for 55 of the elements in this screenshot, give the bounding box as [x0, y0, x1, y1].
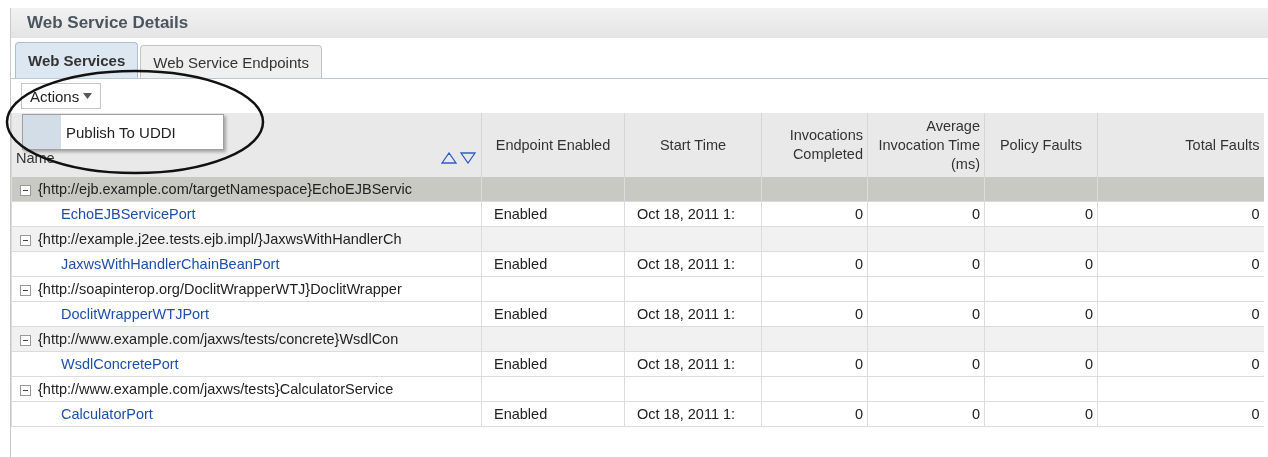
table-cell: 0: [854, 306, 863, 322]
table-cell: 0: [971, 356, 980, 372]
table-cell: 0: [1251, 306, 1260, 322]
column-header[interactable]: Total Faults: [1185, 135, 1260, 155]
tab[interactable]: Web Service Endpoints: [140, 45, 322, 78]
table-cell: Enabled: [494, 406, 548, 422]
table-cell: 0: [1084, 306, 1093, 322]
table-cell: 0: [854, 406, 863, 422]
port-link[interactable]: JaxwsWithHandlerChainBeanPort: [61, 256, 280, 272]
table-cell: 0: [1084, 406, 1093, 422]
service-name: {http://ejb.example.com/targetNamespace}EchoEJBServic: [38, 181, 412, 197]
sort-icon[interactable]: [441, 152, 477, 164]
port-link[interactable]: DoclitWrapperWTJPort: [61, 306, 209, 322]
table-cell: Oct 18, 2011 1:: [637, 406, 736, 422]
port-link[interactable]: CalculatorPort: [61, 406, 153, 422]
table-cell: 0: [1251, 356, 1260, 372]
table-cell: 0: [971, 406, 980, 422]
collapse-icon[interactable]: [20, 384, 31, 396]
collapse-icon[interactable]: [20, 184, 31, 196]
panel-title: Web Service Details: [11, 8, 1268, 38]
table-cell: 0: [1251, 406, 1260, 422]
column-header[interactable]: Start Time: [659, 135, 727, 155]
collapse-icon[interactable]: [20, 284, 31, 296]
table-cell: 0: [1251, 206, 1260, 222]
table-cell: Enabled: [494, 206, 548, 222]
table-cell: 0: [1084, 356, 1093, 372]
table-cell: 0: [1084, 206, 1093, 222]
service-name: {http://example.j2ee.tests.ejb.impl/}JaxwsWithHandlerCh: [38, 231, 402, 247]
table-cell: Oct 18, 2011 1:: [637, 306, 736, 322]
port-link[interactable]: WsdlConcretePort: [61, 356, 179, 372]
caret-icon: [83, 93, 93, 99]
actions-button[interactable]: Actions: [21, 83, 102, 109]
service-name: {http://soapinterop.org/DoclitWrapperWTJ}DoclitWrapper: [38, 281, 402, 297]
table-cell: Oct 18, 2011 1:: [637, 356, 736, 372]
service-name: {http://www.example.com/jaxws/tests/concrete}WsdlCon: [38, 331, 399, 347]
port-link[interactable]: EchoEJBServicePort: [61, 206, 196, 222]
table-cell: Enabled: [494, 256, 548, 272]
table-cell: Oct 18, 2011 1:: [637, 256, 736, 272]
collapse-icon[interactable]: [20, 234, 31, 246]
table-cell: 0: [971, 306, 980, 322]
table-cell: 0: [854, 256, 863, 272]
table-cell: 0: [854, 356, 863, 372]
table-cell: 0: [1251, 256, 1260, 272]
table-cell: 0: [854, 206, 863, 222]
table-cell: Enabled: [494, 356, 548, 372]
table-cell: 0: [971, 256, 980, 272]
collapse-icon[interactable]: [20, 334, 31, 346]
menu-item[interactable]: Publish To UDDI: [61, 115, 223, 149]
table-cell: 0: [971, 206, 980, 222]
table-cell: Enabled: [494, 306, 548, 322]
table-cell: Oct 18, 2011 1:: [637, 206, 736, 222]
table-cell: 0: [1084, 256, 1093, 272]
menu-gutter: [23, 115, 61, 149]
service-name: {http://www.example.com/jaxws/tests}CalculatorService: [38, 381, 394, 397]
tab[interactable]: Web Services: [15, 42, 139, 78]
